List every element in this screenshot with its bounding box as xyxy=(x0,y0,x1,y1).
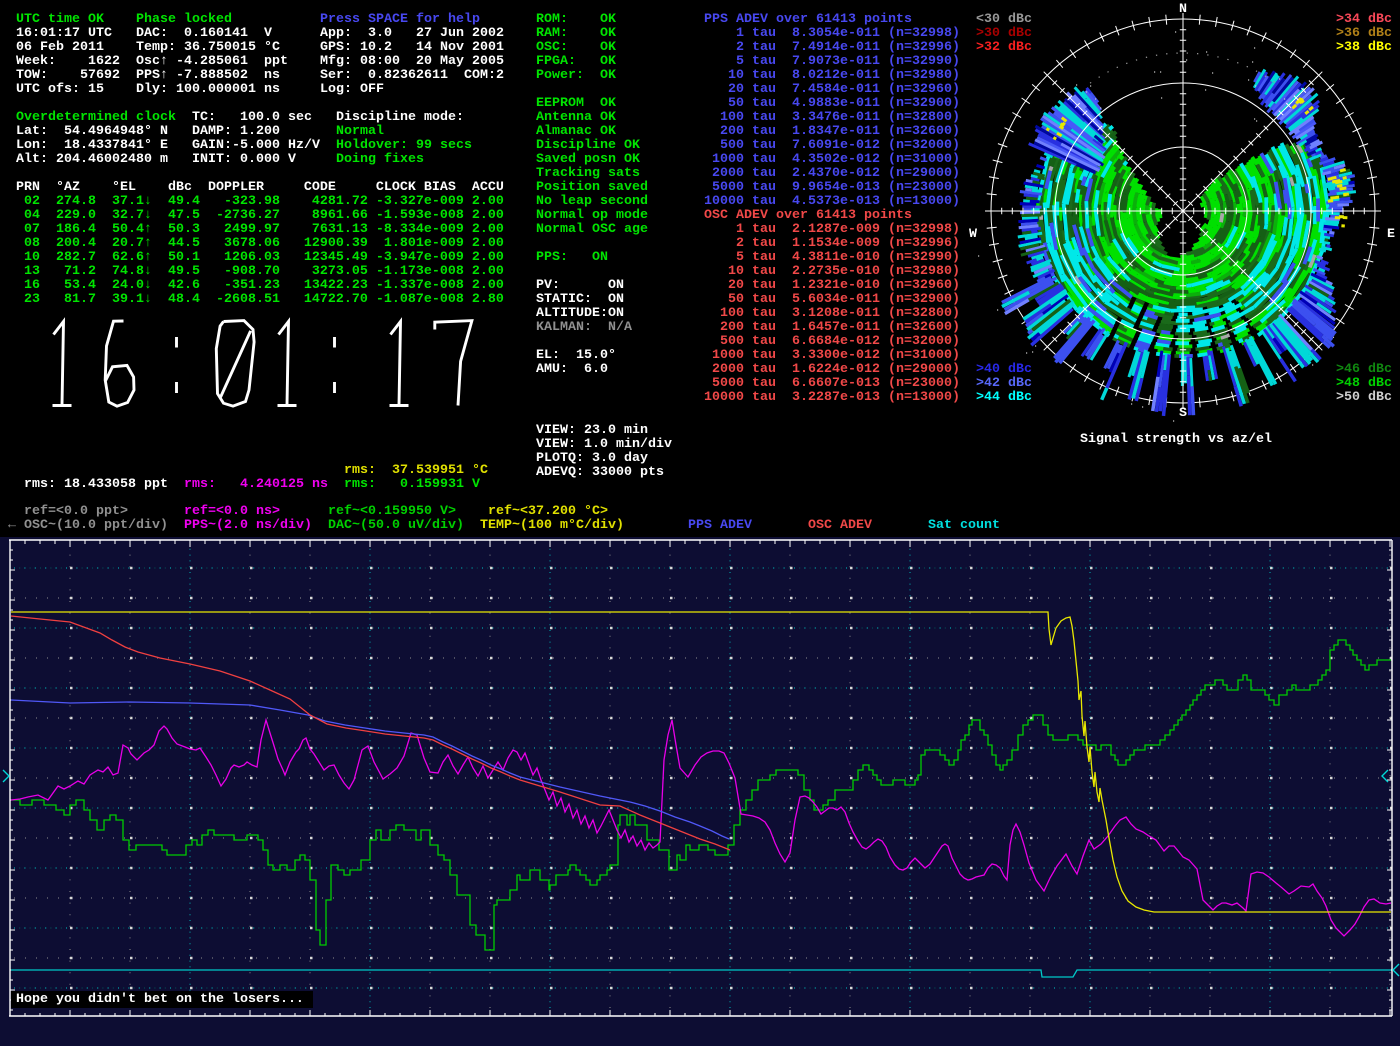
svg-text:S: S xyxy=(1179,406,1187,421)
svg-text:W: W xyxy=(969,227,977,242)
svg-text:N: N xyxy=(1179,2,1187,17)
svg-text:E: E xyxy=(1387,227,1395,242)
